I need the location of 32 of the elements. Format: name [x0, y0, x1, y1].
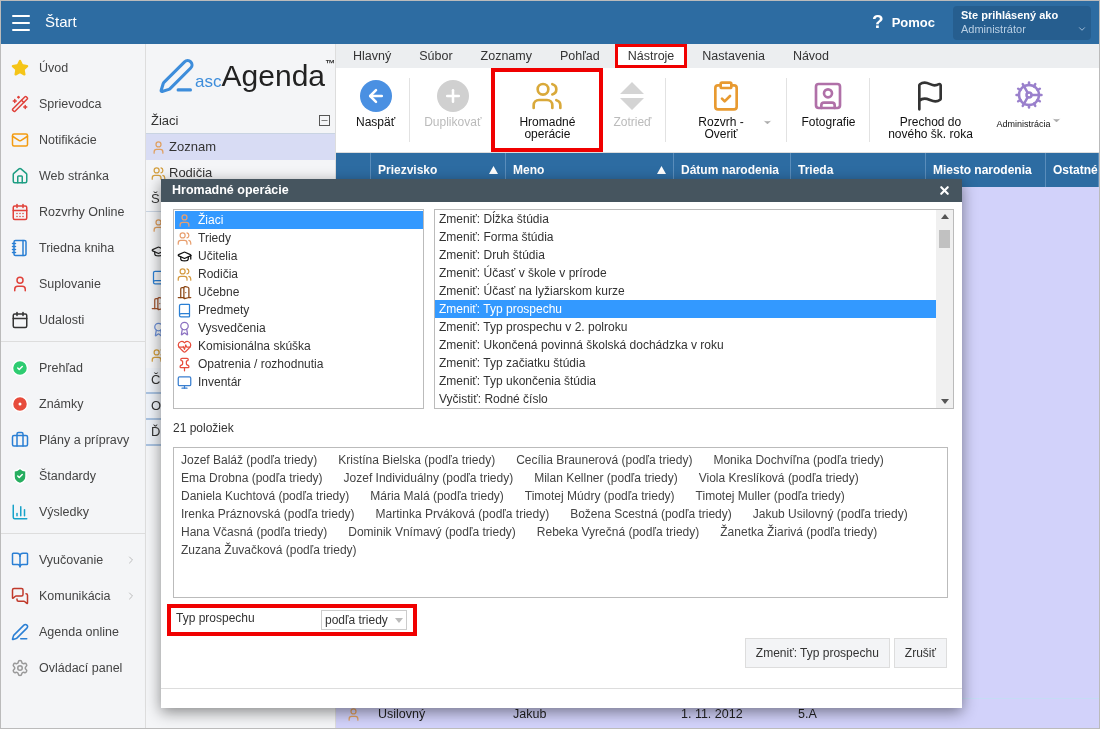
student-entry: Žanetka Žiarivá (podľa triedy)	[720, 523, 878, 541]
student-entry: Mária Malá (podľa triedy)	[370, 488, 504, 505]
student-entry: Timotej Muller (podľa triedy)	[695, 488, 845, 505]
student-entry: Monika Dochvíľna (podľa triedy)	[713, 452, 884, 469]
table-cell-text: Usilovný	[377, 706, 427, 724]
student-entry: Hana Včasná (podľa triedy)	[181, 524, 328, 541]
student-entry: Rebeka Vyrečná (podľa triedy)	[536, 524, 700, 541]
field-label: Typ prospechu	[176, 610, 256, 627]
student-entry: Martinka Prváková (podľa triedy)	[375, 506, 550, 523]
student-entry: Milan Kellner (podľa triedy)	[534, 470, 678, 487]
student-entry: Božena Scestná (podľa triedy)	[570, 506, 732, 523]
dialog-title: Hromadné operácie	[172, 182, 290, 200]
table-cell-text: 1. 11. 2012	[680, 706, 744, 724]
app-title: Štart	[45, 12, 77, 33]
student-entry: Ema Drobna (podľa triedy)	[181, 470, 323, 487]
student-entry: Zuzana Žuvačková (podľa triedy)	[181, 541, 357, 559]
table-cell-text: Jakub	[512, 706, 548, 724]
student-entry: Jozef Baláž (podľa triedy)	[181, 452, 318, 469]
student-entry: Jozef Individuálny (podľa triedy)	[343, 470, 514, 487]
logo-name: Agenda	[221, 61, 325, 91]
student-entry: Viola Kreslíková (podľa triedy)	[698, 470, 859, 487]
student-entry: Daniela Kuchtová (podľa triedy)	[181, 488, 350, 505]
logo-prefix: asc	[195, 71, 222, 91]
trademark: ™	[325, 57, 335, 71]
student-entry: Timotej Múdry (podľa triedy)	[524, 488, 675, 505]
student-entry: Jakub Usilovný (podľa triedy)	[752, 506, 908, 523]
student-entry: Kristína Bielska (podľa triedy)	[338, 452, 496, 469]
student-entry: Dominik Vnímavý (podľa triedy)	[348, 524, 516, 541]
student-entry: Irenka Práznovská (podľa triedy)	[181, 506, 355, 523]
student-entry: Cecília Braunerová (podľa triedy)	[516, 452, 693, 469]
table-cell-text: 5.A	[797, 706, 818, 724]
item-count: 21 položiek	[172, 420, 235, 437]
